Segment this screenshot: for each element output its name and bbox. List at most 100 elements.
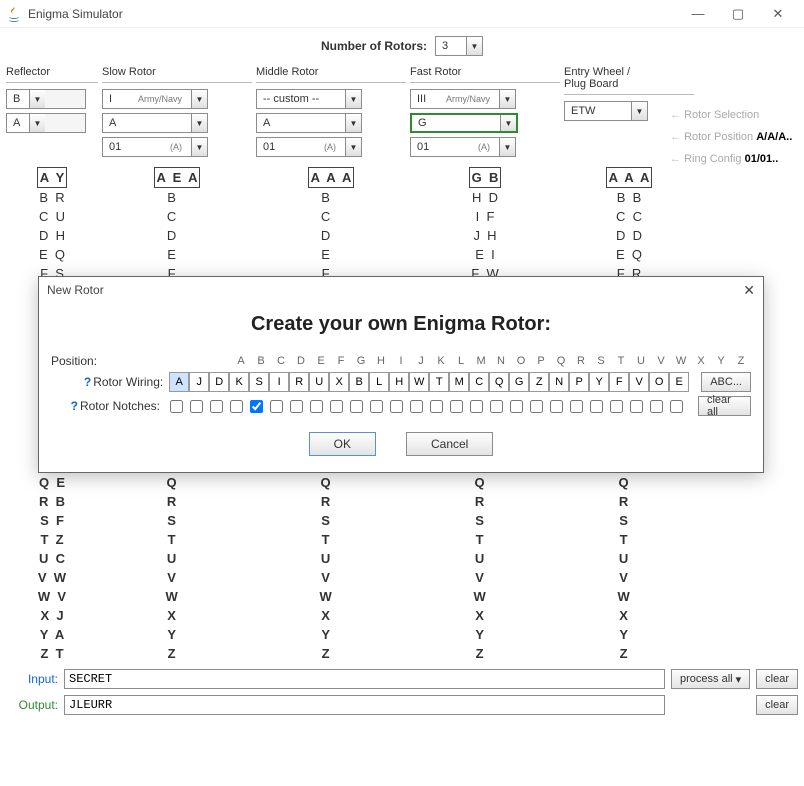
notch-checkbox[interactable]: [390, 400, 403, 413]
wiring-cell[interactable]: [649, 372, 669, 392]
wiring-cell[interactable]: [189, 372, 209, 392]
middle-rotor-select[interactable]: -- custom --▼: [256, 89, 362, 109]
notch-checkbox[interactable]: [490, 400, 503, 413]
cancel-button[interactable]: Cancel: [406, 432, 493, 456]
position-header-cell: B: [251, 355, 271, 367]
chevron-down-icon: ▼: [191, 90, 207, 108]
entry-wheel-header: Entry Wheel / Plug Board: [564, 64, 694, 95]
io-panel: Input: process all ▾ clear Output: proce…: [0, 663, 804, 727]
notch-checkbox[interactable]: [170, 400, 183, 413]
notch-checkbox[interactable]: [210, 400, 223, 413]
wiring-cell[interactable]: [409, 372, 429, 392]
output-clear-button[interactable]: clear: [756, 695, 798, 715]
notch-checkbox[interactable]: [190, 400, 203, 413]
notch-checkbox[interactable]: [230, 400, 243, 413]
notch-checkbox[interactable]: [250, 400, 263, 413]
window-close-button[interactable]: ✕: [758, 0, 798, 28]
notch-checkbox[interactable]: [610, 400, 623, 413]
chevron-down-icon: ▼: [466, 37, 482, 55]
wiring-cell[interactable]: [249, 372, 269, 392]
fast-rotor-ring-select[interactable]: 01(A)▼: [410, 137, 516, 157]
position-header-cell: R: [571, 355, 591, 367]
notch-checkbox[interactable]: [570, 400, 583, 413]
wiring-cell[interactable]: [489, 372, 509, 392]
rotor-count-row: Number of Rotors: 3 ▼: [0, 28, 804, 64]
slow-rotor-position-select[interactable]: A▼: [102, 113, 208, 133]
slow-rotor-select[interactable]: IArmy/Navy▼: [102, 89, 208, 109]
abc-button[interactable]: ABC...: [701, 372, 751, 392]
wiring-cell[interactable]: [289, 372, 309, 392]
process-all-button[interactable]: process all ▾: [671, 669, 750, 689]
input-clear-button[interactable]: clear: [756, 669, 798, 689]
fast-rotor-header: Fast Rotor: [410, 64, 560, 83]
fast-rotor-select[interactable]: IIIArmy/Navy▼: [410, 89, 516, 109]
wiring-cell[interactable]: [669, 372, 689, 392]
wiring-cell[interactable]: [329, 372, 349, 392]
wiring-cell[interactable]: [569, 372, 589, 392]
output-field[interactable]: [64, 695, 665, 715]
middle-rotor-position-select[interactable]: A▼: [256, 113, 362, 133]
reflector-select[interactable]: B▼: [6, 89, 86, 109]
reflector-column: Reflector B▼ A▼: [6, 64, 98, 161]
entry-wheel-select[interactable]: ETW▼: [564, 101, 648, 121]
chevron-down-icon: ▼: [499, 138, 515, 156]
notch-checkbox[interactable]: [630, 400, 643, 413]
reflector-position-select[interactable]: A▼: [6, 113, 86, 133]
window-maximize-button[interactable]: ▢: [718, 0, 758, 28]
slow-rotor-ring-select[interactable]: 01(A)▼: [102, 137, 208, 157]
notch-checkbox[interactable]: [510, 400, 523, 413]
wiring-cell[interactable]: [449, 372, 469, 392]
clear-all-button[interactable]: clear all: [698, 396, 751, 416]
wiring-cell[interactable]: [469, 372, 489, 392]
position-header-cell: G: [351, 355, 371, 367]
help-icon[interactable]: ?: [71, 399, 78, 413]
wiring-cell[interactable]: [549, 372, 569, 392]
wiring-cell[interactable]: [389, 372, 409, 392]
wiring-cell[interactable]: [309, 372, 329, 392]
wiring-cell[interactable]: [229, 372, 249, 392]
fast-rotor-column: Fast Rotor IIIArmy/Navy▼ G▼ 01(A)▼: [410, 64, 560, 161]
reflector-header: Reflector: [6, 64, 98, 83]
wiring-cell[interactable]: [629, 372, 649, 392]
wiring-cell[interactable]: [269, 372, 289, 392]
position-header-cell: K: [431, 355, 451, 367]
wiring-cell[interactable]: [609, 372, 629, 392]
notch-checkbox[interactable]: [330, 400, 343, 413]
notch-checkbox[interactable]: [590, 400, 603, 413]
wiring-cell[interactable]: [349, 372, 369, 392]
dialog-close-button[interactable]: ✕: [743, 282, 755, 299]
slow-rotor-header: Slow Rotor: [102, 64, 252, 83]
help-icon[interactable]: ?: [84, 375, 91, 389]
wiring-cell[interactable]: [589, 372, 609, 392]
notch-checkbox[interactable]: [350, 400, 363, 413]
wiring-cell[interactable]: [429, 372, 449, 392]
window-minimize-button[interactable]: —: [678, 0, 718, 28]
rotor-count-select[interactable]: 3 ▼: [435, 36, 483, 56]
notch-checkbox[interactable]: [370, 400, 383, 413]
input-field[interactable]: [64, 669, 665, 689]
position-header-cell: V: [651, 355, 671, 367]
notch-checkbox[interactable]: [450, 400, 463, 413]
middle-rotor-ring-select[interactable]: 01(A)▼: [256, 137, 362, 157]
notch-checkbox[interactable]: [470, 400, 483, 413]
fast-rotor-position-select[interactable]: G▼: [410, 113, 518, 133]
notch-checkbox[interactable]: [410, 400, 423, 413]
wiring-cell[interactable]: [369, 372, 389, 392]
notch-checkbox[interactable]: [270, 400, 283, 413]
position-header-cell: Y: [711, 355, 731, 367]
notch-checkbox[interactable]: [430, 400, 443, 413]
notch-checkbox[interactable]: [530, 400, 543, 413]
notch-checkbox[interactable]: [310, 400, 323, 413]
notch-checkbox[interactable]: [550, 400, 563, 413]
notch-checkbox[interactable]: [670, 400, 683, 413]
wiring-cell[interactable]: [209, 372, 229, 392]
notch-checkbox[interactable]: [650, 400, 663, 413]
wiring-cell[interactable]: [169, 372, 189, 392]
chevron-down-icon: ▼: [500, 115, 516, 131]
position-header-cell: Q: [551, 355, 571, 367]
notch-checkbox[interactable]: [290, 400, 303, 413]
wiring-cell[interactable]: [509, 372, 529, 392]
input-label: Input:: [6, 672, 58, 686]
ok-button[interactable]: OK: [309, 432, 376, 456]
wiring-cell[interactable]: [529, 372, 549, 392]
